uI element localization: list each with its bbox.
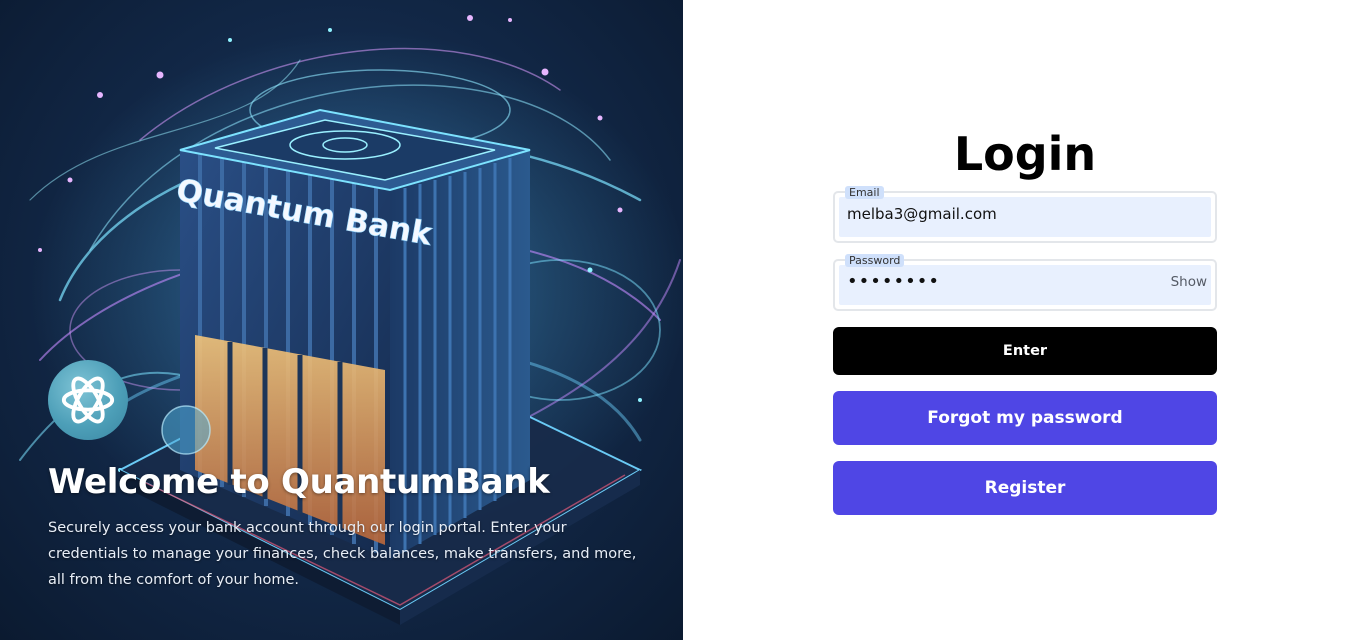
atom-orbit-icon [61, 376, 115, 424]
enter-button[interactable]: Enter [833, 327, 1217, 375]
email-label: Email [845, 186, 884, 199]
password-field[interactable]: Password •••••••• Show [833, 254, 1217, 311]
show-password-toggle[interactable]: Show [1171, 273, 1207, 291]
login-title: Login [953, 127, 1097, 181]
password-label: Password [845, 254, 905, 267]
hero-panel: Quantum Bank Welcome to QuantumBank Secu… [0, 0, 683, 640]
quantumbank-logo [48, 360, 128, 440]
hero-description: Securely access your bank account throug… [48, 520, 637, 588]
email-input[interactable]: melba3@gmail.com [847, 203, 1155, 225]
hero-title: Welcome to QuantumBank [48, 462, 550, 502]
register-button[interactable]: Register [833, 461, 1217, 515]
email-field[interactable]: Email melba3@gmail.com [833, 186, 1217, 243]
password-input[interactable]: •••••••• [847, 271, 1155, 293]
forgot-password-button[interactable]: Forgot my password [833, 391, 1217, 445]
